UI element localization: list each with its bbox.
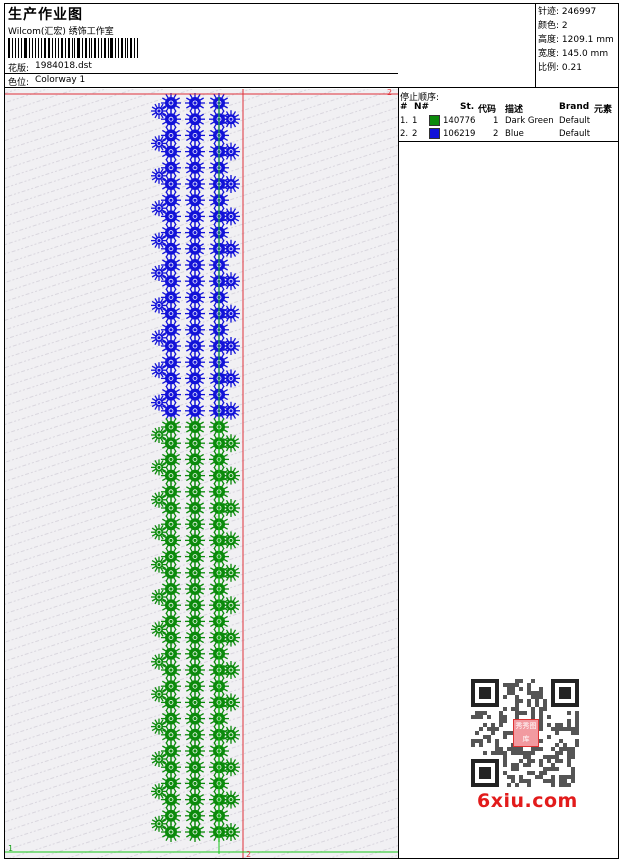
barcode-bar — [38, 38, 40, 58]
barcode-bar — [17, 38, 20, 58]
height-label: 高度: — [538, 35, 560, 45]
table-bottom-line — [399, 141, 618, 142]
row-code: 2 — [493, 129, 499, 139]
col-header-stitches: St. — [460, 102, 475, 112]
col-header-description: 描述 — [505, 105, 524, 115]
row-code: 1 — [493, 116, 499, 126]
barcode-bar — [64, 38, 66, 58]
barcode-bar — [21, 38, 23, 58]
barcode-bar — [34, 38, 37, 58]
barcode-bar — [134, 38, 135, 58]
barcode-bar — [71, 38, 73, 58]
row-stitches: 140776 — [443, 116, 476, 126]
row-description: Blue — [505, 129, 524, 139]
barcode-bar — [67, 38, 70, 58]
qr-logo: 秀秀图库 — [513, 719, 539, 747]
barcode-bar — [24, 38, 27, 58]
colors-label: 颜色: — [538, 21, 560, 31]
barcode-bar — [47, 38, 51, 58]
barcode-bar — [52, 38, 54, 58]
barcode-bar — [8, 38, 10, 58]
design-preview: 2 1 2 — [5, 89, 398, 858]
barcode — [8, 38, 140, 58]
barcode-bar — [81, 38, 83, 58]
barcode-bar — [41, 38, 43, 58]
col-header-element: 元素 — [594, 105, 613, 115]
barcode-bar — [84, 38, 87, 58]
watermark-qr-code: 秀秀图库 — [471, 679, 579, 787]
barcode-bar — [120, 38, 123, 58]
thread-color-swatch — [429, 115, 440, 126]
header-divider — [4, 73, 398, 74]
marker-top-right: 2 — [387, 89, 392, 97]
row-index: 1. — [400, 116, 409, 126]
col-header-code: 代码 — [478, 105, 497, 115]
row-brand: Default — [559, 116, 591, 126]
barcode-bar — [107, 38, 109, 58]
barcode-bar — [103, 38, 106, 58]
barcode-bar — [44, 38, 46, 58]
col-header-needle: N# — [414, 102, 430, 112]
scale-label: 比例: — [538, 63, 560, 73]
barcode-bar — [117, 38, 119, 58]
stats-divider — [535, 3, 536, 87]
stats-block: 针迹: 246997 颜色: 2 高度: 1209.1 mm 宽度: 145.0… — [538, 5, 614, 75]
embroidery-design: 2 1 2 — [5, 89, 398, 858]
colors-value: 2 — [561, 21, 568, 31]
row-description: Dark Green — [505, 116, 554, 126]
thread-color-swatch — [429, 128, 440, 139]
marker-bottom-left: 1 — [8, 844, 13, 853]
row-needle: 1 — [412, 116, 418, 126]
watermark-text: 6xiu.com — [477, 790, 578, 812]
stitches-value: 246997 — [561, 7, 597, 17]
barcode-bar — [28, 38, 30, 58]
barcode-bar — [88, 38, 90, 58]
company-name: Wilcom(汇宏) 绣饰工作室 — [8, 27, 114, 37]
design-value: 1984018.dst — [35, 61, 92, 71]
table-row: 1. — [400, 116, 408, 126]
barcode-bar — [77, 38, 80, 58]
row-needle: 2 — [412, 129, 418, 139]
barcode-bar — [58, 38, 60, 58]
barcode-bar — [14, 38, 16, 58]
width-label: 宽度: — [538, 49, 560, 59]
barcode-bar — [130, 38, 133, 58]
barcode-bar — [100, 38, 102, 58]
barcode-bar — [115, 38, 116, 58]
barcode-bar — [74, 38, 76, 58]
table-row: 2. — [400, 129, 408, 139]
barcode-bar — [124, 38, 126, 58]
marker-bottom-right: 2 — [246, 850, 251, 858]
barcode-bar — [55, 38, 57, 58]
stitches-label: 针迹: — [538, 7, 560, 17]
barcode-bar — [31, 38, 33, 58]
row-brand: Default — [559, 129, 591, 139]
header-bottom-line — [4, 87, 619, 88]
barcode-bar — [61, 38, 63, 58]
barcode-bar — [110, 38, 114, 58]
width-value: 145.0 mm — [561, 49, 609, 59]
barcode-bar — [98, 38, 99, 58]
height-value: 1209.1 mm — [561, 35, 614, 45]
col-header-brand: Brand — [559, 102, 590, 112]
row-index: 2. — [400, 129, 409, 139]
col-header-index: # — [400, 102, 408, 112]
colorway-value: Colorway 1 — [35, 75, 86, 85]
page-title: 生产作业图 — [8, 7, 83, 23]
barcode-bar — [91, 38, 93, 58]
barcode-bar — [127, 38, 129, 58]
barcode-bar — [11, 38, 13, 58]
scale-value: 0.21 — [561, 63, 582, 73]
panel-divider — [398, 87, 399, 859]
barcode-bar — [136, 38, 138, 58]
row-stitches: 106219 — [443, 129, 476, 139]
barcode-bar — [94, 38, 97, 58]
